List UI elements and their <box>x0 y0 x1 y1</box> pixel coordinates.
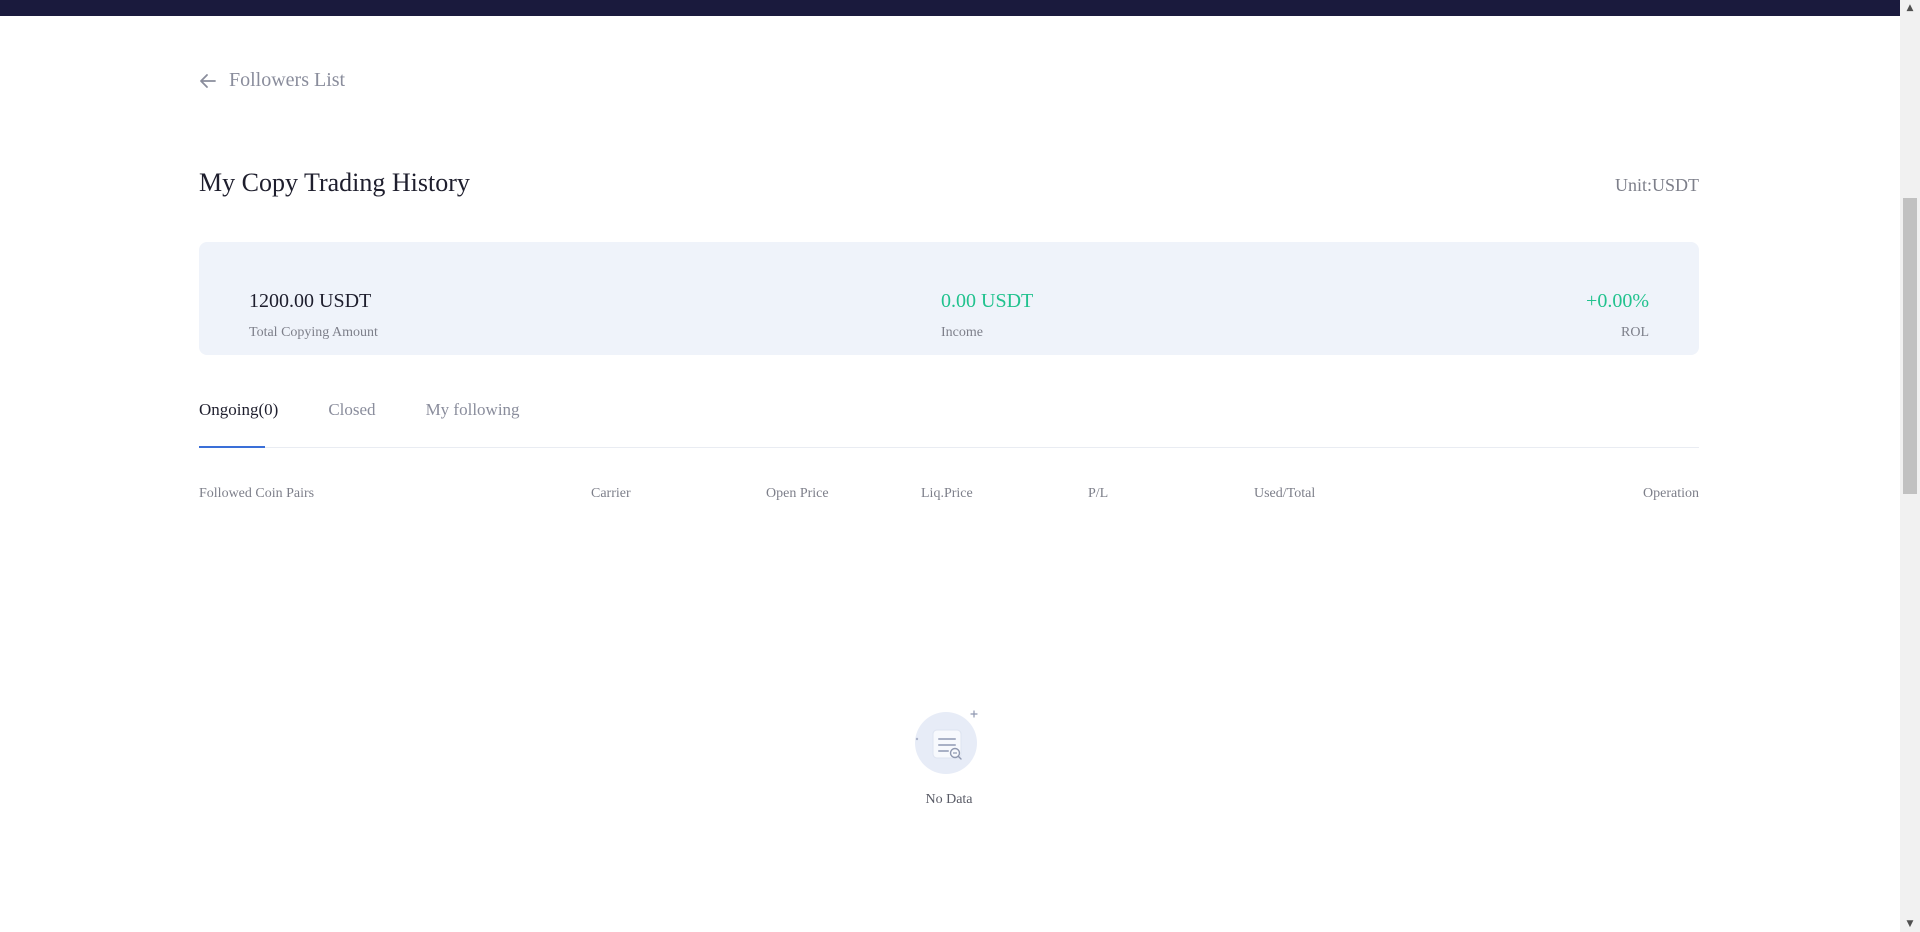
column-header-carrier: Carrier <box>591 486 631 501</box>
total-copying-amount-value: 1200.00 USDT <box>249 290 372 312</box>
column-header-used-total: Used/Total <box>1254 486 1316 501</box>
rol-label: ROL <box>1621 325 1649 340</box>
scroll-up-arrow-icon[interactable]: ▲ <box>1900 0 1920 16</box>
tab-my-following[interactable]: My following <box>426 400 520 447</box>
page-title: My Copy Trading History <box>199 168 470 197</box>
total-copying-amount-stat: 1200.00 USDT Total Copying Amount <box>249 242 378 341</box>
tab-closed[interactable]: Closed <box>328 400 375 447</box>
summary-card: 1200.00 USDT Total Copying Amount 0.00 U… <box>199 242 1699 355</box>
column-header-open-price: Open Price <box>766 486 829 501</box>
page-scrollbar[interactable]: ▲ ▼ <box>1900 0 1920 932</box>
unit-label: Unit:USDT <box>1614 175 1699 195</box>
top-navigation-bar <box>0 0 1900 16</box>
total-copying-amount-label: Total Copying Amount <box>249 325 378 340</box>
tab-ongoing-label: Ongoing(0) <box>199 400 279 419</box>
tab-closed-label: Closed <box>328 400 376 419</box>
table-header: Followed Coin Pairs Carrier Open Price L… <box>199 486 1699 506</box>
back-link[interactable]: Followers List <box>199 69 345 92</box>
income-label: Income <box>941 325 983 340</box>
rol-stat: +0.00% ROL <box>1586 242 1649 341</box>
column-header-operation: Operation <box>1643 486 1699 501</box>
title-row: My Copy Trading History Unit:USDT <box>199 168 1699 198</box>
empty-state: No Data <box>199 706 1699 808</box>
column-header-pl: P/L <box>1088 486 1109 501</box>
back-link-label: Followers List <box>229 69 346 91</box>
column-header-liq-price: Liq.Price <box>921 486 973 501</box>
tab-ongoing[interactable]: Ongoing(0) <box>199 400 279 448</box>
income-value: 0.00 USDT <box>941 290 1034 312</box>
column-header-followed-coin-pairs: Followed Coin Pairs <box>199 486 315 501</box>
rol-value: +0.00% <box>1586 290 1649 312</box>
tab-my-following-label: My following <box>425 400 520 419</box>
history-tabs: Ongoing(0) Closed My following <box>199 400 1699 448</box>
arrow-left-icon <box>200 73 216 88</box>
scroll-down-arrow-icon[interactable]: ▼ <box>1900 916 1920 932</box>
empty-document-icon <box>915 710 978 774</box>
active-tab-indicator <box>199 446 265 448</box>
scrollbar-thumb[interactable] <box>1903 198 1917 494</box>
income-stat: 0.00 USDT Income <box>941 242 1033 341</box>
no-data-text: No Data <box>925 792 973 807</box>
